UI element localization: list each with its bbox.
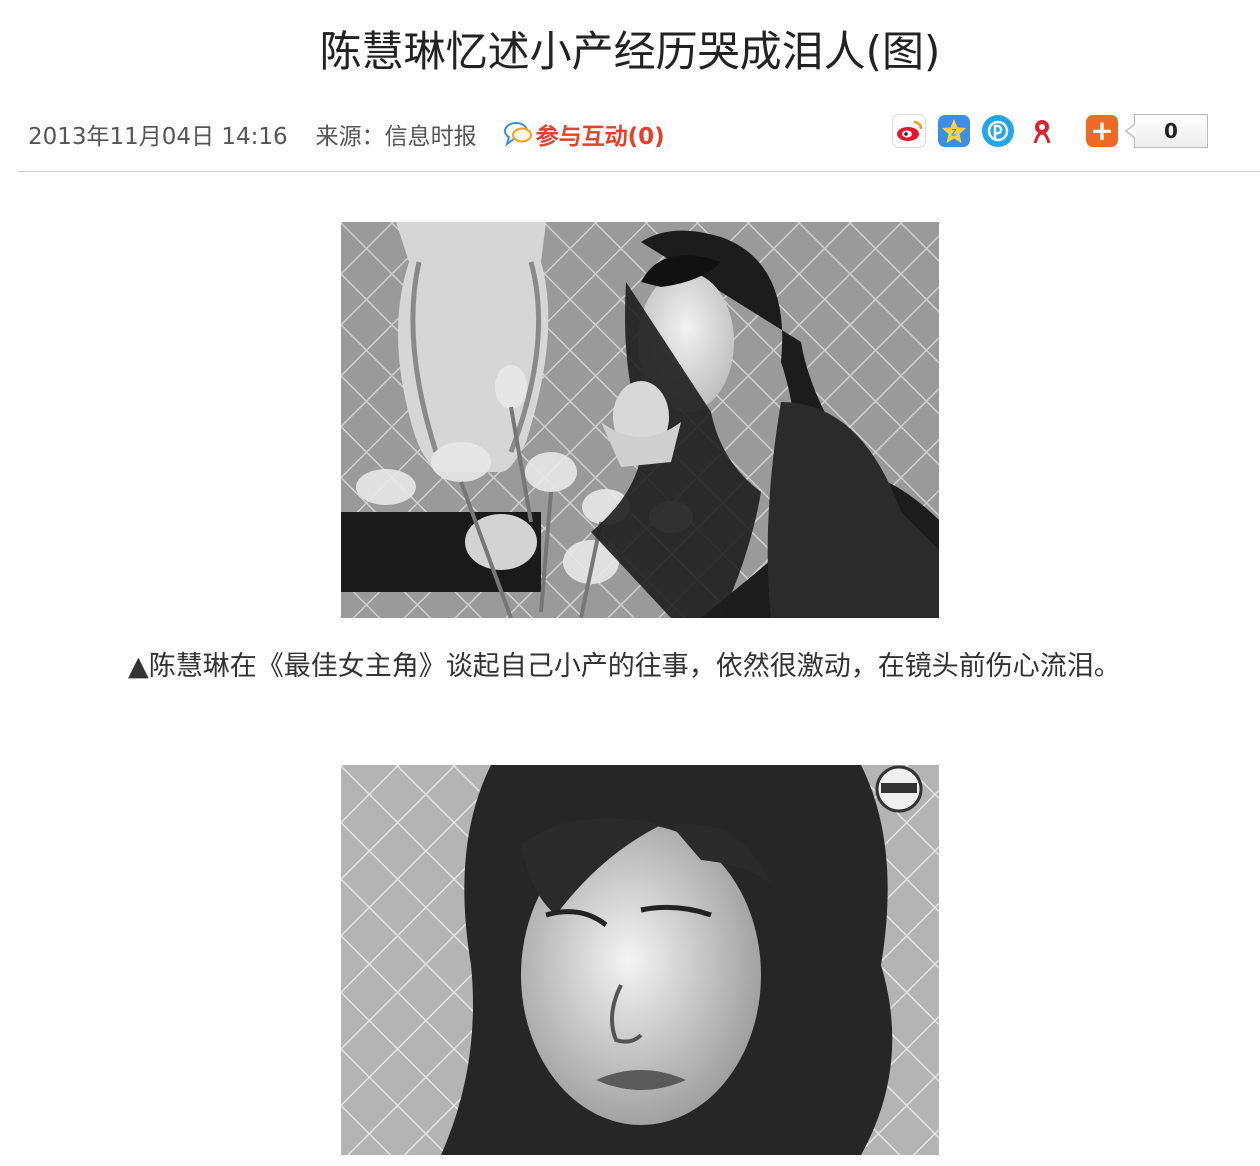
- photo-caption: ▲陈慧琳在《最佳女主角》谈起自己小产的往事，依然很激动，在镜头前伤心流泪。: [128, 651, 1121, 682]
- article-photo-2: [341, 765, 939, 1155]
- comments-label: 参与互动(0): [535, 124, 665, 150]
- qzone-icon[interactable]: Z: [938, 115, 970, 147]
- publish-date: 2013年11月04日 14:16: [28, 124, 288, 150]
- add-share-icon[interactable]: +: [1086, 115, 1118, 147]
- renren-icon[interactable]: [1026, 115, 1058, 147]
- svg-text:Z: Z: [951, 128, 957, 138]
- article-title: 陈慧琳忆述小产经历哭成泪人(图): [319, 27, 941, 76]
- article-meta: 2013年11月04日 14:16 来源：信息时报 参与互动(0): [28, 112, 665, 156]
- weibo-icon[interactable]: [892, 114, 926, 148]
- tencent-weibo-icon[interactable]: [982, 115, 1014, 147]
- article-source: 来源：信息时报: [315, 124, 477, 150]
- article-photo-1: [341, 222, 939, 618]
- share-count: 0: [1125, 114, 1208, 148]
- comments-link[interactable]: 参与互动(0): [503, 117, 665, 151]
- header-divider: [18, 171, 1260, 172]
- share-bar: Z + 0: [892, 112, 1208, 150]
- comment-bubble-icon: [503, 121, 533, 147]
